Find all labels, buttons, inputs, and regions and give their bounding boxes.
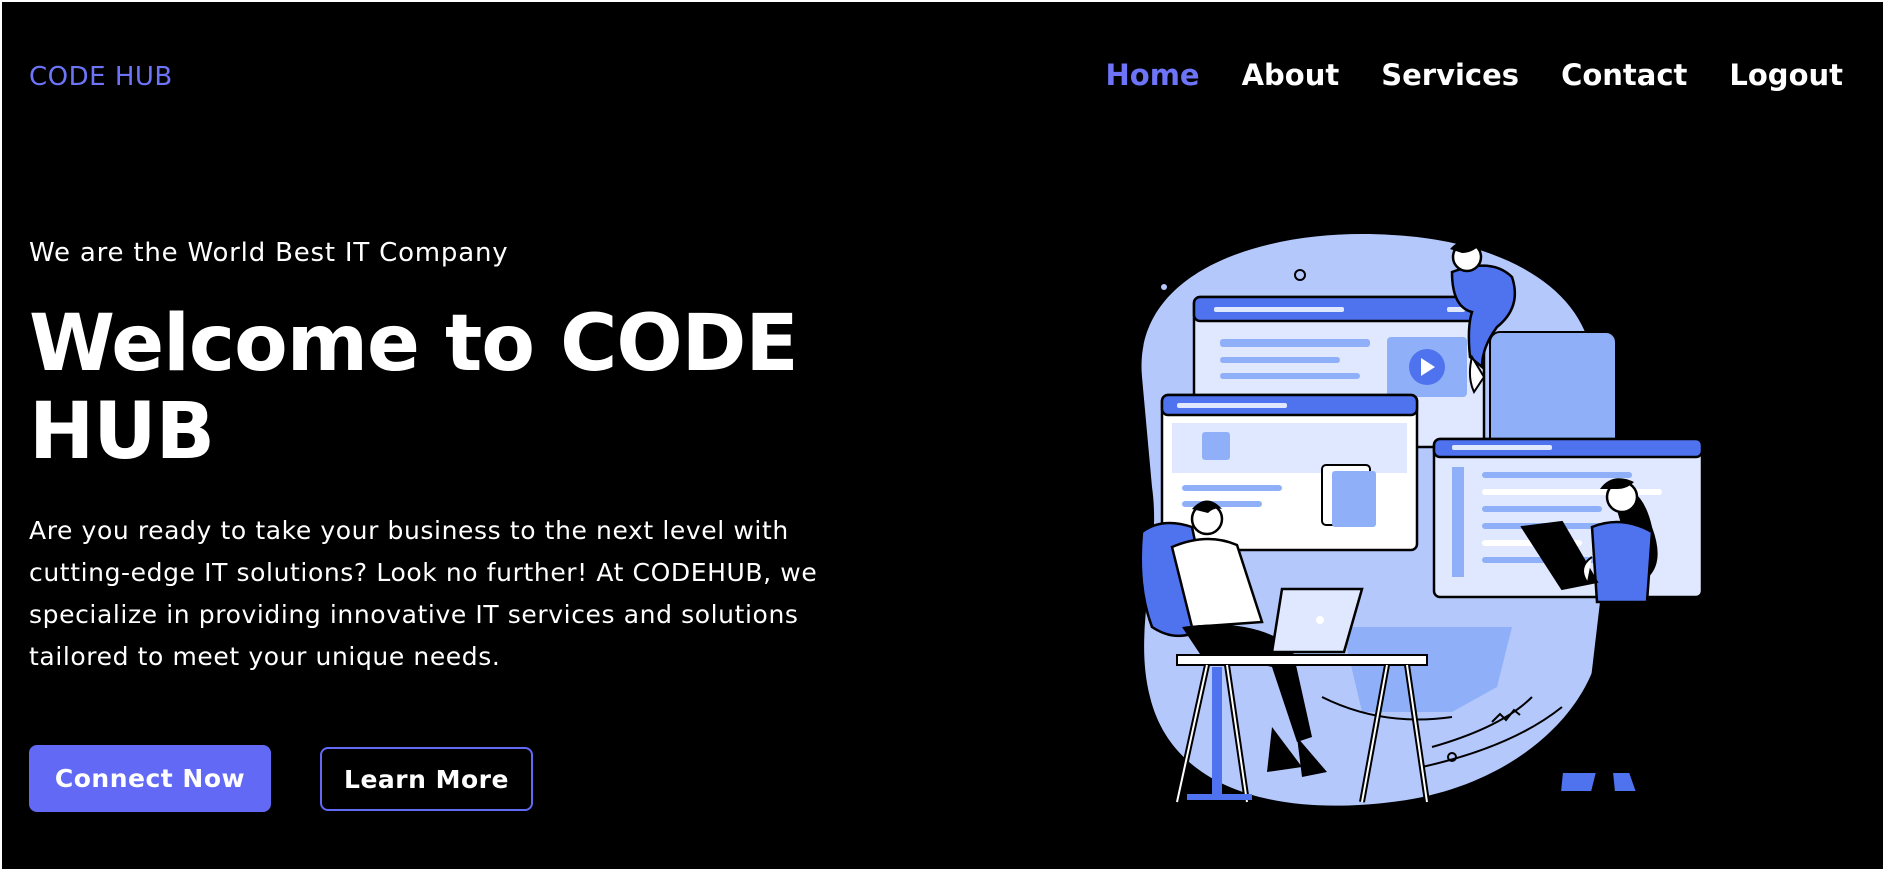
page-frame: CODE HUB Home About Services Contact Log… [2,2,1883,869]
nav-item-services: Services [1381,58,1519,92]
hero-tagline: We are the World Best IT Company [29,238,509,268]
learn-more-button[interactable]: Learn More [320,747,533,811]
nav-link-about[interactable]: About [1242,58,1340,92]
nav-link-home[interactable]: Home [1106,58,1200,92]
hero-description: Are you ready to take your business to t… [29,516,818,671]
nav-item-contact: Contact [1561,58,1687,92]
nav-item-about: About [1242,58,1340,92]
nav-link-contact[interactable]: Contact [1561,58,1687,92]
connect-now-button[interactable]: Connect Now [29,745,271,812]
nav-link-services[interactable]: Services [1381,58,1519,92]
top-navbar: CODE HUB Home About Services Contact Log… [2,2,1883,152]
hero-headline: Welcome to CODE HUB [29,299,799,477]
nav-item-logout: Logout [1729,58,1843,92]
play-icon [1409,349,1445,385]
brand-logo[interactable]: CODE HUB [29,62,173,92]
hero-illustration [1139,234,1702,806]
nav-link-logout[interactable]: Logout [1729,58,1843,92]
nav-item-home: Home [1106,58,1200,92]
nav-menu: Home About Services Contact Logout [1106,58,1844,92]
